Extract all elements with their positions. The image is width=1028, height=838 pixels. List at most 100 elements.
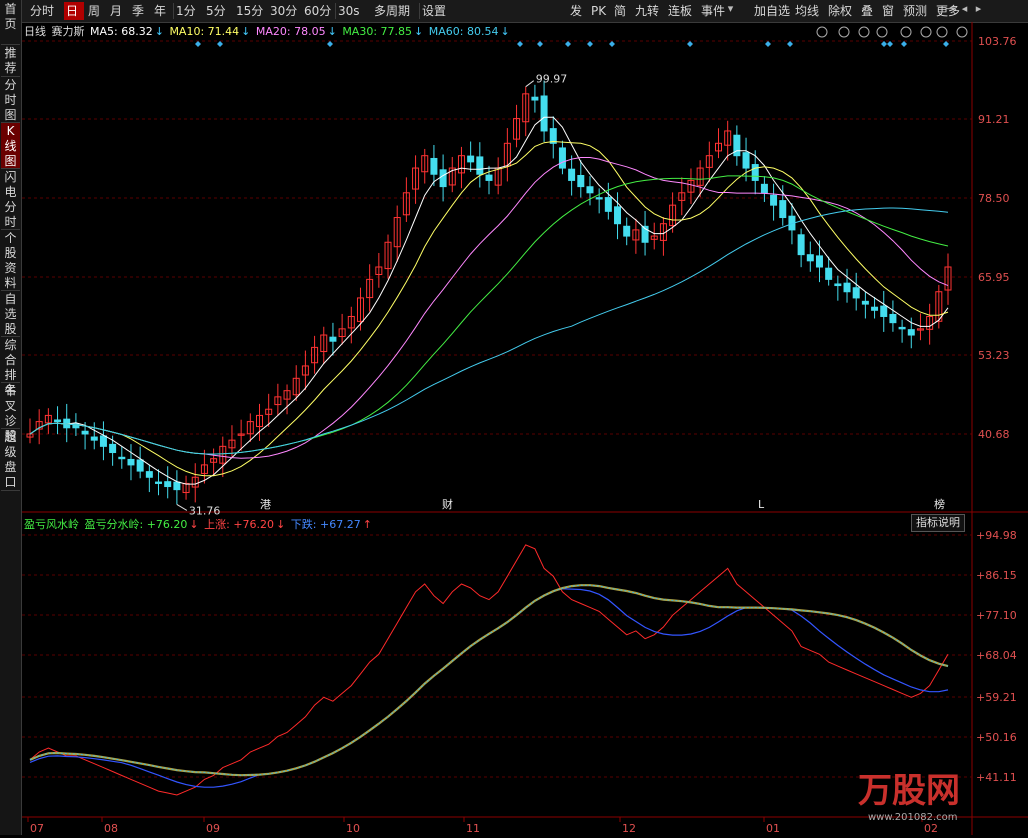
indicator-line1: 盈亏分水岭: +76.20 <box>84 518 188 531</box>
period-button-6[interactable]: 1分 <box>174 2 202 20</box>
candle-body <box>54 419 62 423</box>
candle-body <box>806 254 814 262</box>
indicator-line2: 上涨: +76.20 <box>204 518 275 531</box>
prev-icon[interactable]: ◂ <box>958 2 971 15</box>
sidebar-item-6[interactable]: 自选股 <box>1 291 20 337</box>
kline-chart-svg[interactable]: 103.76 91.21 78.50 65.95 53.23 40.68 +94.98 +86… <box>22 22 1028 835</box>
next-icon[interactable]: ▸ <box>972 2 985 15</box>
tool-button-10[interactable]: 窗 <box>880 2 900 20</box>
eye-icon[interactable] <box>816 26 828 38</box>
period-button-10[interactable]: 60分 <box>302 2 334 20</box>
indicator-name: 盈亏风水岭 <box>24 518 79 531</box>
ma30-value: MA30: 77.85 <box>342 25 413 38</box>
indicator-help-button[interactable]: 指标说明 <box>911 514 965 532</box>
period-button-4[interactable]: 季 <box>130 2 150 20</box>
sidebar-item-8[interactable]: 牛叉诊股 <box>1 383 20 443</box>
tool-button-4[interactable]: 连板 <box>666 2 698 20</box>
zoom-in-icon[interactable] <box>936 26 948 38</box>
period-button-12[interactable]: 多周期 <box>372 2 418 20</box>
time-axis-label: 11 <box>466 822 480 835</box>
high-price-label: 99.97 <box>536 73 568 86</box>
sidebar-item-3[interactable]: K线图 <box>1 123 20 169</box>
candle-body <box>99 435 107 447</box>
period-button-7[interactable]: 5分 <box>204 2 232 20</box>
sidebar-item-9[interactable]: 超级盘口 <box>1 429 20 491</box>
period-label: 日线 <box>24 25 46 38</box>
candle-body <box>843 282 851 293</box>
event-diamond-marker <box>901 41 907 47</box>
candle-body <box>81 430 89 435</box>
hand-icon[interactable] <box>838 26 850 38</box>
sidebar-item-1[interactable]: 推荐 <box>1 45 20 77</box>
period-button-8[interactable]: 15分 <box>234 2 266 20</box>
time-axis-label: 08 <box>104 822 118 835</box>
indicator-axis-label: +41.11 <box>976 771 1017 784</box>
candle-body <box>907 329 915 336</box>
tool-button-7[interactable]: 均线 <box>793 2 825 20</box>
indicator-info-bar: 盈亏风水岭 盈亏分水岭: +76.20 ↓ 上涨: +76.20 ↓ 下跌: +67… <box>24 518 372 531</box>
sidebar-item-5[interactable]: 个股资料 <box>1 230 20 291</box>
period-button-5[interactable]: 年 <box>152 2 172 20</box>
chart-area[interactable]: 103.76 91.21 78.50 65.95 53.23 40.68 +94.98 +86… <box>22 22 1028 835</box>
candle-body <box>109 443 117 454</box>
stock-name: 赛力斯 <box>51 25 85 38</box>
price-axis-label: 103.76 <box>978 35 1017 48</box>
high-marker-line <box>525 80 535 88</box>
indicator-axis-label: +68.04 <box>976 649 1017 662</box>
period-button-2[interactable]: 周 <box>86 2 106 20</box>
tool-button-2[interactable]: 简 <box>612 2 632 20</box>
candle-body <box>164 481 172 488</box>
panel-toggle-icon[interactable]: ⇥ <box>944 2 957 15</box>
event-diamond-marker <box>587 41 593 47</box>
watermark-url: www.201082.com <box>868 812 958 823</box>
period-button-11[interactable]: 30s <box>336 2 370 20</box>
candle-body <box>586 186 594 194</box>
indicator-down-line <box>29 588 949 788</box>
candle-body <box>742 152 750 169</box>
settings-icon[interactable] <box>920 26 932 38</box>
tool-button-8[interactable]: 除权 <box>826 2 858 20</box>
period-button-0[interactable]: 分时 <box>28 2 62 20</box>
period-button-13[interactable]: 设置 <box>420 2 450 20</box>
indicator-watershed-line <box>29 584 949 777</box>
tool-button-1[interactable]: PK <box>589 2 611 20</box>
event-label: 财 <box>442 497 453 511</box>
period-toolbar: 分时日周月季年 1分 5分 15分 30分 60分 30s 多周期 设置发 PK 简九转 连板 事件 加自… <box>22 0 1028 23</box>
indicator-up-line <box>29 544 949 796</box>
period-button-9[interactable]: 30分 <box>268 2 300 20</box>
sidebar-item-4[interactable]: 闪电分时 <box>1 169 20 230</box>
low-marker-line <box>176 504 188 511</box>
candle-body <box>155 481 163 484</box>
sidebar-item-7[interactable]: 综合排名 <box>1 337 20 397</box>
zoom-out-icon[interactable] <box>956 26 968 38</box>
rewind-icon[interactable] <box>858 26 870 38</box>
candle-body <box>898 326 906 330</box>
candle-body <box>136 459 144 472</box>
refresh-icon[interactable] <box>900 26 912 38</box>
event-diamond-marker <box>943 41 949 47</box>
candle-body <box>815 255 823 268</box>
tool-button-6[interactable]: 加自选 <box>752 2 792 20</box>
candle-body <box>825 267 833 280</box>
candle-body <box>90 436 98 441</box>
tool-button-0[interactable]: 发 <box>568 2 588 20</box>
event-diamond-marker <box>881 41 887 47</box>
candle-body <box>733 134 741 157</box>
sidebar-item-0[interactable]: 首页 <box>1 1 20 45</box>
candle-body <box>770 194 778 206</box>
candle-body <box>476 156 484 175</box>
sidebar-item-2[interactable]: 分时图 <box>1 77 20 123</box>
time-axis-label: 09 <box>206 822 220 835</box>
dropdown-icon[interactable]: ▾ <box>724 2 737 15</box>
candle-body <box>531 96 539 101</box>
candle-body <box>614 206 622 225</box>
period-button-3[interactable]: 月 <box>108 2 128 20</box>
play-icon[interactable] <box>876 26 888 38</box>
period-button-1[interactable]: 日 <box>64 2 84 20</box>
candle-body <box>118 456 126 460</box>
tool-button-3[interactable]: 九转 <box>633 2 665 20</box>
candle-body <box>467 155 475 163</box>
candle-body <box>127 458 135 466</box>
tool-button-11[interactable]: 预测 <box>901 2 933 20</box>
tool-button-9[interactable]: 叠 <box>859 2 879 20</box>
